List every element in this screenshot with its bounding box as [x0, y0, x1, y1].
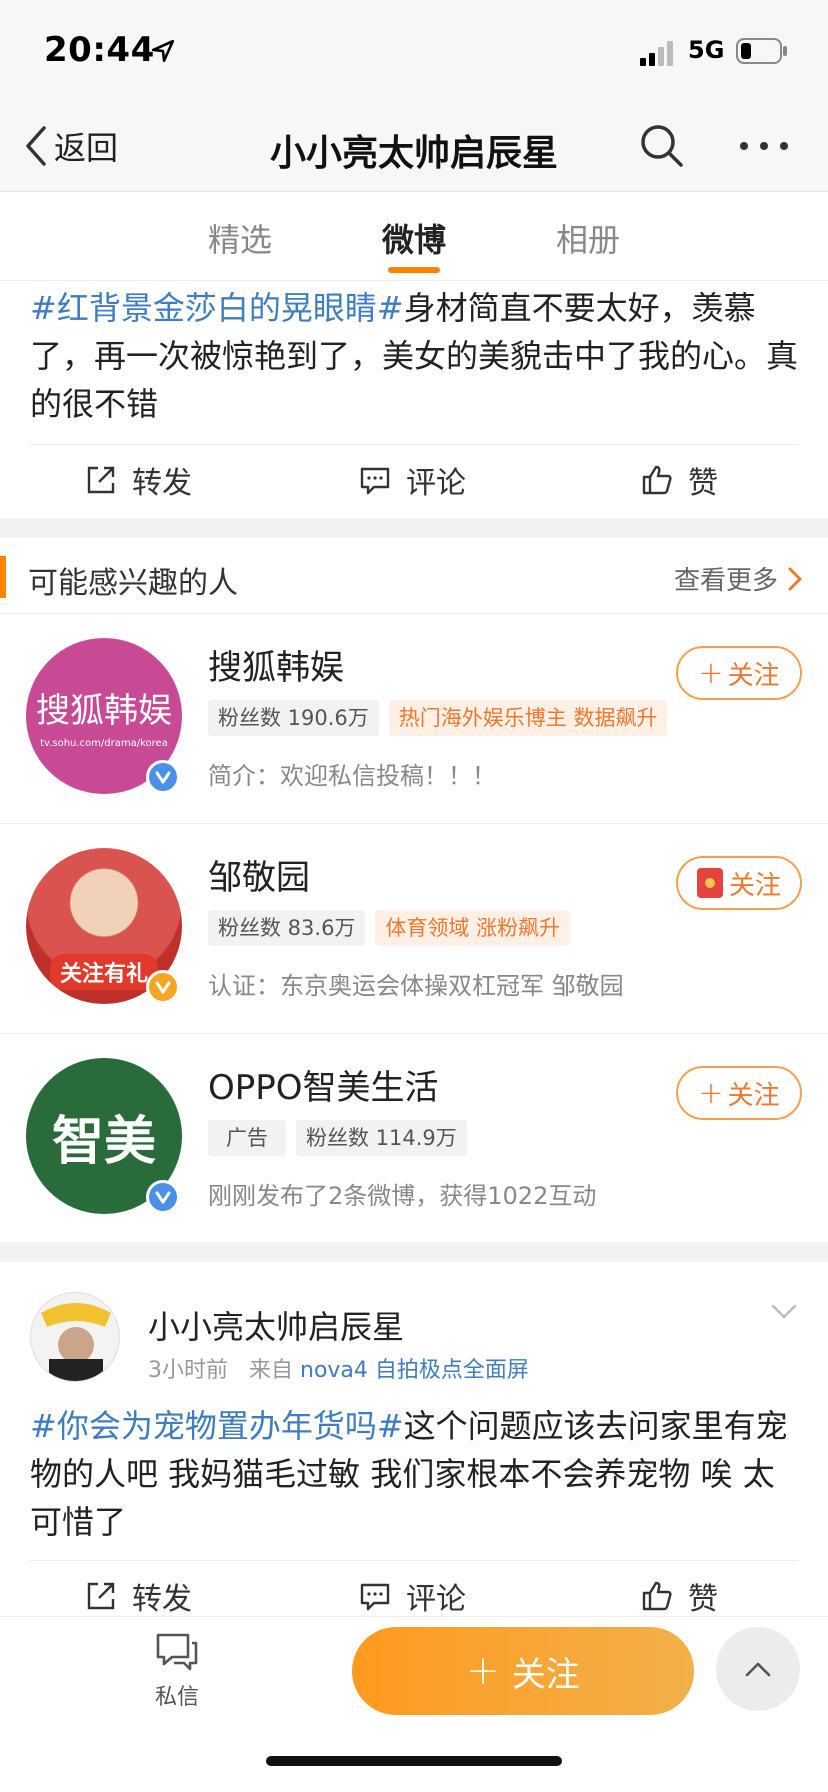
thumbs-up-icon	[642, 1581, 672, 1611]
verified-badge-icon	[146, 970, 180, 1004]
verified-badge-icon	[146, 760, 180, 794]
repost-button[interactable]: 转发	[84, 444, 192, 516]
follow-button[interactable]: 关注	[676, 856, 802, 910]
avatar[interactable]	[30, 1292, 120, 1382]
follow-label: 关注	[727, 1080, 780, 1111]
repost-icon	[87, 466, 115, 494]
post-time: 3小时前	[148, 1358, 228, 1383]
like-label: 赞	[688, 466, 718, 501]
avatar-text: 智美	[51, 1111, 156, 1172]
battery-icon	[736, 38, 787, 64]
search-icon[interactable]	[638, 122, 686, 170]
like-label: 赞	[688, 1582, 718, 1617]
plus-icon: +	[698, 655, 724, 691]
chevron-right-icon	[788, 567, 802, 590]
comment-button[interactable]: 评论	[358, 444, 466, 516]
section-gap	[0, 518, 828, 538]
avatar-subtext: tv.sohu.com/drama/korea	[40, 738, 168, 749]
location-arrow-icon	[151, 39, 175, 63]
recommend-card[interactable]: 关注有礼 邹敬园 粉丝数 83.6万 体育领域 涨粉飙升 认证：东京奥运会体操双…	[0, 824, 828, 1034]
fans-count: 粉丝数 190.6万	[208, 700, 379, 736]
comment-label: 评论	[406, 1582, 466, 1617]
author-name[interactable]: 小小亮太帅启辰星	[148, 1302, 404, 1348]
comment-icon	[360, 467, 390, 495]
user-name[interactable]: 搜狐韩娱	[208, 640, 344, 689]
scroll-to-top-button[interactable]	[716, 1627, 800, 1711]
user-description: 简介：欢迎私信投稿！！！	[208, 762, 496, 790]
repost-label: 转发	[132, 466, 192, 501]
post-text[interactable]: #红背景金莎白的晃眼睛#身材简直不要太好，羡慕了，再一次被惊艳到了，美女的美貌击…	[30, 284, 800, 428]
direct-message-button[interactable]: 私信	[140, 1631, 214, 1711]
post-source[interactable]: nova4 自拍极点全面屏	[300, 1358, 529, 1383]
follow-button[interactable]: + 关注	[676, 1066, 802, 1120]
see-more-label: 查看更多	[673, 566, 778, 596]
page-title: 小小亮太帅启辰星	[269, 133, 558, 174]
trend-tag: 热门海外娱乐博主 数据飙升	[388, 700, 668, 736]
avatar-text: 关注有礼	[49, 954, 158, 990]
recommend-card[interactable]: 搜狐韩娱 tv.sohu.com/drama/korea 搜狐韩娱 粉丝数 19…	[0, 614, 828, 824]
user-description: 认证：东京奥运会体操双杠冠军 邹敬园	[208, 972, 624, 1000]
comment-icon	[360, 1583, 390, 1611]
active-tab-indicator	[388, 267, 440, 273]
avatar-image	[31, 1293, 119, 1381]
fans-count: 粉丝数 83.6万	[208, 910, 366, 946]
tab-album[interactable]: 相册	[556, 215, 620, 261]
recommend-header: 可能感兴趣的人 查看更多	[0, 538, 828, 614]
verified-badge-icon	[146, 1180, 180, 1214]
recommend-title: 可能感兴趣的人	[28, 566, 238, 601]
plus-icon: +	[466, 1648, 500, 1694]
chevron-down-icon[interactable]	[770, 1302, 798, 1322]
more-options-icon[interactable]	[736, 122, 792, 170]
user-name[interactable]: OPPO智美生活	[208, 1060, 439, 1109]
follow-label: 关注	[727, 660, 780, 691]
section-accent-bar	[0, 556, 6, 598]
post-actions: 转发 评论 赞	[0, 444, 828, 516]
follow-main-label: 关注	[511, 1654, 580, 1695]
topic-link[interactable]: #你会为宠物置办年货吗#	[30, 1407, 404, 1445]
repost-icon	[87, 1582, 115, 1610]
post-text[interactable]: #你会为宠物置办年货吗#这个问题应该去问家里有宠物的人吧 我妈猫毛过敏 我们家根…	[30, 1402, 800, 1546]
post-meta: 3小时前 来自 nova4 自拍极点全面屏	[148, 1352, 529, 1384]
follow-main-button[interactable]: + 关注	[352, 1627, 694, 1715]
tab-featured[interactable]: 精选	[208, 215, 272, 261]
cellular-signal-icon	[640, 41, 673, 66]
dm-label: 私信	[154, 1685, 199, 1710]
trend-tag: 体育领域 涨粉飙升	[375, 910, 571, 946]
thumbs-up-icon	[642, 465, 672, 495]
tag-row: 粉丝数 83.6万 体育领域 涨粉飙升	[208, 910, 571, 946]
see-more-link[interactable]: 查看更多	[674, 560, 804, 597]
status-bar: 20:44 5G	[0, 0, 828, 100]
chevron-up-icon	[745, 1662, 771, 1677]
user-name[interactable]: 邹敬园	[208, 850, 310, 899]
section-gap	[0, 1242, 828, 1262]
follow-label: 关注	[728, 870, 781, 901]
tag-row: 粉丝数 190.6万 热门海外娱乐博主 数据飙升	[208, 700, 668, 736]
status-time: 20:44	[44, 30, 155, 70]
navigation-bar: 返回 小小亮太帅启辰星	[0, 100, 828, 192]
tab-weibo[interactable]: 微博	[382, 215, 446, 261]
topic-link[interactable]: #红背景金莎白的晃眼睛#	[30, 289, 404, 327]
post-header: 小小亮太帅启辰星 3小时前 来自 nova4 自拍极点全面屏	[0, 1262, 828, 1392]
profile-tabs: 精选 微博 相册	[0, 193, 828, 281]
plus-icon: +	[698, 1075, 724, 1111]
repost-label: 转发	[132, 1582, 192, 1617]
comment-label: 评论	[406, 466, 466, 501]
user-description: 刚刚发布了2条微博，获得1022互动	[208, 1182, 597, 1210]
follow-button[interactable]: + 关注	[676, 646, 802, 700]
like-button[interactable]: 赞	[640, 444, 718, 516]
ad-label: 广告	[208, 1120, 286, 1156]
fans-count: 粉丝数 114.9万	[296, 1120, 467, 1156]
home-indicator[interactable]	[266, 1756, 562, 1766]
tag-row: 广告 粉丝数 114.9万	[208, 1120, 467, 1156]
avatar-text: 搜狐韩娱	[36, 691, 172, 731]
recommend-card[interactable]: 智美 OPPO智美生活 广告 粉丝数 114.9万 刚刚发布了2条微博，获得10…	[0, 1034, 828, 1244]
red-packet-icon	[696, 868, 723, 898]
source-prefix: 来自	[248, 1358, 293, 1383]
network-type: 5G	[688, 36, 725, 64]
message-bubble-icon	[156, 1633, 198, 1671]
